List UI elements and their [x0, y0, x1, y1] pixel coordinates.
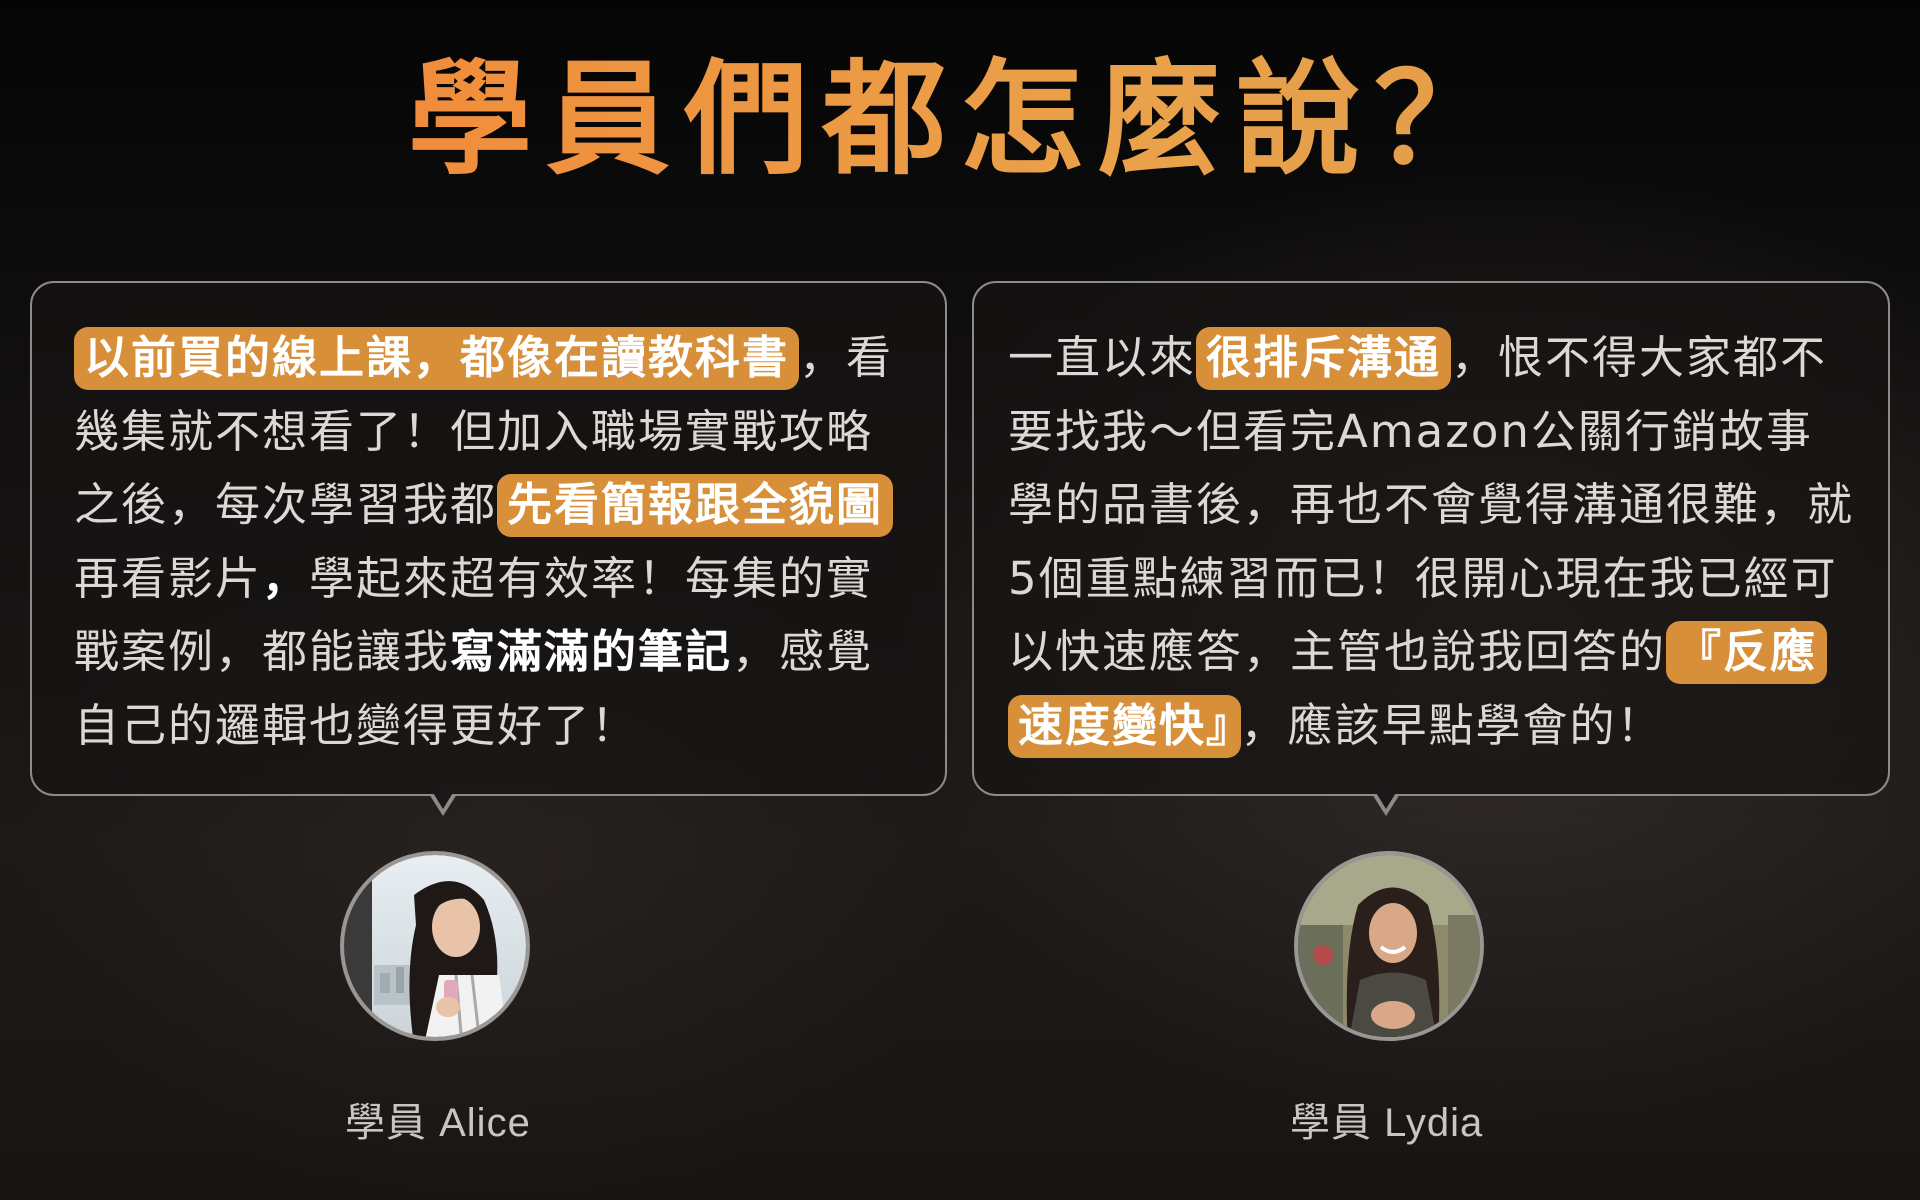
student-lydia-photo-icon	[1298, 855, 1480, 1037]
quote-segment-strong: 寫滿滿的筆記	[450, 625, 733, 679]
page-title: 學員們都怎麼說？	[0, 52, 1920, 189]
student-name-alice: 學員 Alice	[345, 1101, 531, 1145]
quote-segment-highlight: 先看簡報跟全貌圖	[497, 474, 894, 538]
quote-segment-normal: 再看影片	[74, 551, 263, 605]
student-name-lydia: 學員 Lydia	[1290, 1101, 1484, 1145]
testimonial-bubble-alice: 以前買的線上課，都像在讀教科書 ，看幾集就不想看了！但加入職場實戰攻略之後，每次學…	[30, 281, 947, 796]
quote-segment-normal: ，應該早點學會的！	[1240, 698, 1664, 752]
avatar-alice	[340, 851, 530, 1041]
avatar-lydia	[1294, 851, 1484, 1041]
bubble-tail-lydia	[1372, 791, 1400, 816]
testimonial-bubble-lydia: 一直以來 很排斥溝通 ，恨不得大家都不要找我～但看完Amazon公關行銷故事學的品書…	[972, 281, 1890, 796]
quote-segment-strong: ，	[262, 551, 310, 605]
testimonial-quote-alice: 以前買的線上課，都像在讀教科書 ，看幾集就不想看了！但加入職場實戰攻略之後，每次學…	[74, 321, 913, 763]
student-alice-photo-icon	[344, 855, 526, 1037]
quote-segment-highlight: 以前買的線上課，都像在讀教科書	[74, 327, 800, 390]
quote-segment-highlight: 很排斥溝通	[1196, 327, 1452, 390]
bubble-tail-alice	[429, 791, 457, 816]
testimonial-quote-lydia: 一直以來 很排斥溝通 ，恨不得大家都不要找我～但看完Amazon公關行銷故事學的品書…	[1008, 321, 1856, 763]
quote-segment-normal: 一直以來	[1008, 331, 1197, 384]
